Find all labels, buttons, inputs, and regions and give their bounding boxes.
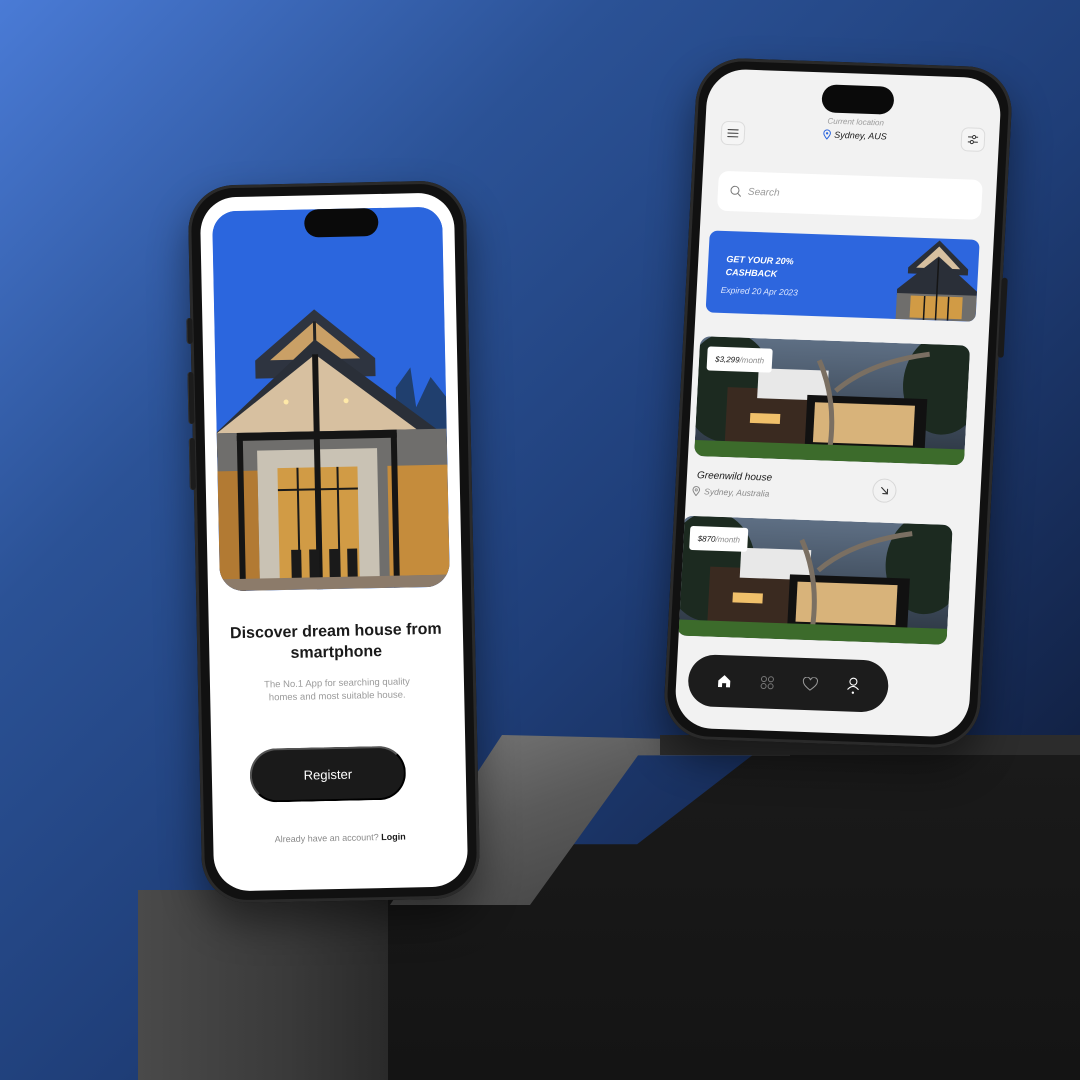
pedestal-block-left	[138, 890, 388, 1080]
price-tag: $3,299/month	[706, 346, 773, 373]
onboarding-screen: Discover dream house from smartphone The…	[199, 192, 469, 892]
price-period: /month	[739, 355, 765, 365]
filter-button[interactable]	[960, 127, 986, 152]
onboarding-subtitle: The No.1 App for searching quality homes…	[263, 676, 410, 704]
menu-button[interactable]	[720, 120, 746, 146]
sliders-filter-icon	[967, 135, 979, 145]
heart-icon	[802, 676, 818, 691]
grid-icon	[760, 676, 774, 690]
cashback-promo-banner[interactable]: GET YOUR 20% CASHBACK Expired 20 Apr 202…	[705, 230, 980, 322]
price-amount: $3,299	[714, 354, 740, 365]
promo-expiry: Expired 20 Apr 2023	[720, 284, 799, 298]
location-value: Sydney, AUS	[834, 129, 888, 142]
promo-house-image	[895, 240, 978, 322]
dynamic-island	[304, 208, 379, 238]
search-input[interactable]	[747, 186, 949, 205]
power-button	[997, 277, 1008, 358]
listing-location: Sydney, Australia	[692, 486, 770, 499]
location-pin-icon	[823, 129, 832, 140]
location-pin-icon	[692, 486, 701, 497]
login-prompt-text: Already have an account?	[274, 832, 379, 845]
price-amount: $870	[697, 533, 716, 544]
nav-home[interactable]	[711, 669, 736, 694]
login-link[interactable]: Login	[381, 832, 406, 843]
nav-favorites[interactable]	[797, 672, 822, 697]
hamburger-menu-icon	[727, 128, 739, 138]
price-period: /month	[715, 534, 741, 545]
phone-home: Current location Sydney, AUS Search GET …	[662, 56, 1014, 750]
home-screen: Current location Sydney, AUS Search GET …	[673, 68, 1003, 738]
promo-title-line2: CASHBACK	[725, 267, 778, 279]
dynamic-island	[821, 84, 895, 115]
bottom-navigation	[686, 653, 890, 713]
nav-profile[interactable]	[840, 673, 865, 698]
listing-location-text: Sydney, Australia	[703, 486, 770, 499]
price-tag: $870/month	[689, 525, 749, 552]
arrow-down-right-icon	[881, 487, 889, 495]
current-location[interactable]: Sydney, AUS	[785, 128, 925, 143]
phone-onboarding: Discover dream house from smartphone The…	[186, 180, 481, 904]
silent-switch	[186, 317, 193, 345]
house-illustration	[212, 206, 450, 592]
current-location-label: Current location	[827, 116, 885, 128]
nav-categories[interactable]	[754, 670, 779, 695]
home-icon	[717, 675, 730, 688]
listing-card-image[interactable]: $870/month	[676, 515, 953, 645]
search-icon	[730, 185, 742, 197]
profile-icon	[846, 677, 859, 694]
volume-up-button	[187, 371, 195, 425]
onboarding-headline: Discover dream house from smartphone	[229, 620, 442, 662]
hero-image	[212, 206, 450, 592]
search-bar[interactable]	[716, 170, 983, 220]
login-prompt-line: Already have an account? Login	[213, 830, 467, 845]
listing-card-image[interactable]: $3,299/month	[694, 336, 971, 466]
open-listing-button[interactable]	[871, 478, 898, 504]
promo-title: GET YOUR 20% CASHBACK	[725, 253, 836, 283]
register-button[interactable]: Register	[249, 745, 407, 803]
listing-name[interactable]: Greenwild house	[697, 470, 773, 484]
volume-down-button	[188, 437, 196, 491]
